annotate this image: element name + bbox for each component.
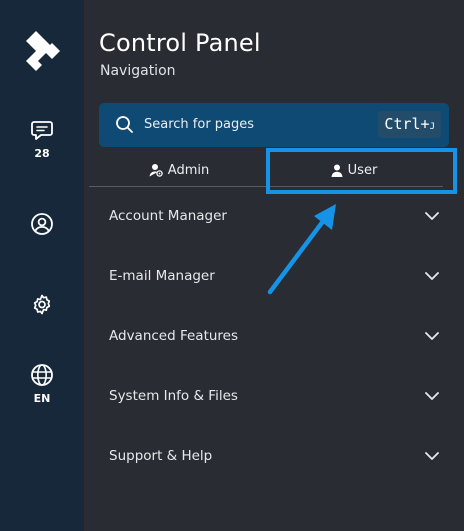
menu-item-support-help[interactable]: Support & Help [109,441,439,471]
chevron-down-icon [425,451,439,460]
language-label: EN [33,392,51,405]
tab-admin[interactable]: Admin [89,152,269,188]
gear-icon [33,294,51,315]
admin-user-icon [149,164,163,177]
globe-icon [31,364,53,386]
rail-language-button[interactable]: EN [0,363,84,405]
chevron-down-icon [425,391,439,400]
menu-item-label: System Info & Files [109,388,238,404]
rail-chat-button[interactable]: 28 [0,120,84,160]
app-logo-icon[interactable] [24,31,62,71]
chat-icon [31,121,53,140]
chevron-down-icon [425,331,439,340]
search-placeholder: Search for pages [144,117,255,132]
page-subtitle: Navigation [100,63,176,79]
menu-item-label: Support & Help [109,448,213,464]
menu-item-label: E-mail Manager [109,268,215,284]
chevron-down-icon [425,271,439,280]
annotation-arrow-icon [267,204,336,295]
search-icon [116,116,133,133]
chevron-down-icon [425,211,439,220]
tab-admin-label: Admin [167,162,210,178]
menu-item-system-info-files[interactable]: System Info & Files [109,381,439,411]
highlight-annotation-box [266,148,457,194]
control-panel-window: 28 EN Control Panel Navigation Search fo… [0,0,464,531]
keyboard-shortcut-badge: Ctrl+J [378,111,441,138]
sidebar-rail: 28 EN [0,0,84,531]
menu-item-label: Advanced Features [109,328,239,344]
rail-settings-button[interactable] [0,293,84,317]
menu-item-advanced-features[interactable]: Advanced Features [109,321,439,351]
shortcut-key: J [429,122,435,132]
search-pages-input[interactable]: Search for pages Ctrl+J [99,103,449,147]
chat-count-badge: 28 [34,147,50,160]
page-title: Control Panel [99,29,261,57]
shortcut-text: Ctrl+ [384,115,430,133]
menu-item-label: Account Manager [109,208,227,224]
user-circle-icon [31,213,53,235]
rail-profile-button[interactable] [0,212,84,236]
